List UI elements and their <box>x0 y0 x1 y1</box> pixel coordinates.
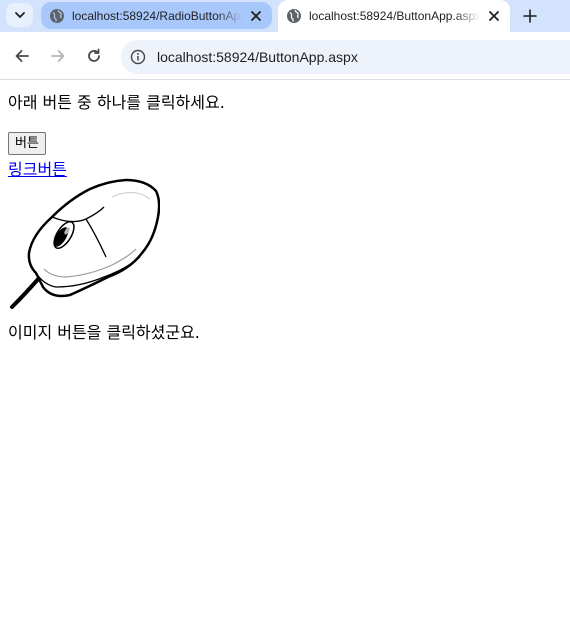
globe-icon <box>286 8 302 24</box>
page-content: 아래 버튼 중 하나를 클릭하세요. 버튼 링크버튼 이미지 버튼을 클릭하셨군… <box>0 81 570 636</box>
arrow-right-icon <box>51 50 65 62</box>
tab-title: localhost:58924/ButtonApp.aspx <box>309 9 480 23</box>
reload-button[interactable] <box>82 44 106 68</box>
browser-toolbar: localhost:58924/ButtonApp.aspx <box>0 32 570 80</box>
arrow-left-icon <box>15 50 29 62</box>
close-tab-icon[interactable] <box>484 6 504 26</box>
button[interactable]: 버튼 <box>8 132 46 155</box>
address-bar[interactable]: localhost:58924/ButtonApp.aspx <box>121 40 570 74</box>
globe-icon <box>49 8 65 24</box>
image-button[interactable] <box>8 177 161 311</box>
forward-button[interactable] <box>46 44 70 68</box>
computer-mouse-icon <box>10 178 161 309</box>
site-info-icon[interactable] <box>128 47 148 67</box>
tab-radiobuttonapp[interactable]: localhost:58924/RadioButtonApp.aspx <box>41 2 272 29</box>
close-tab-icon[interactable] <box>246 6 266 26</box>
tab-title: localhost:58924/RadioButtonApp.aspx <box>72 8 242 23</box>
chevron-down-icon <box>14 12 25 18</box>
tab-search-button[interactable] <box>6 3 33 27</box>
url-text: localhost:58924/ButtonApp.aspx <box>157 49 358 65</box>
new-tab-button[interactable] <box>518 4 542 28</box>
tab-buttonapp[interactable]: localhost:58924/ButtonApp.aspx <box>278 0 510 32</box>
back-button[interactable] <box>10 44 34 68</box>
tab-strip: localhost:58924/RadioButtonApp.aspx loca… <box>0 0 570 32</box>
result-message: 이미지 버튼을 클릭하셨군요. <box>8 323 200 342</box>
reload-icon <box>88 48 100 62</box>
plus-icon <box>523 9 537 23</box>
instruction-text: 아래 버튼 중 하나를 클릭하세요. <box>8 93 225 112</box>
